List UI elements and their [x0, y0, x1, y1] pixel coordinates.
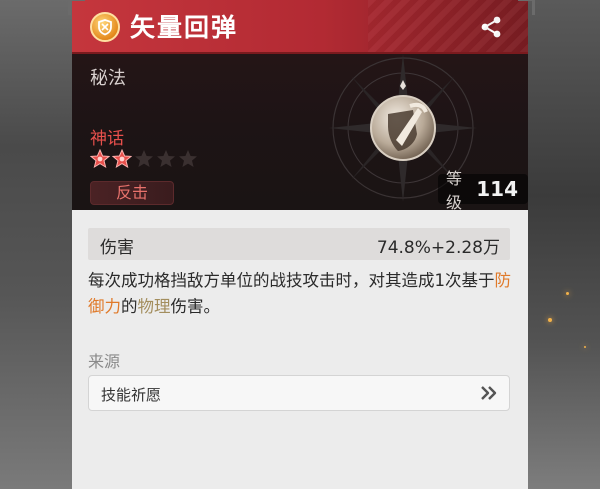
- skill-card: 矢量回弹 秘法 神话 反击 等级 114 伤害 74.8%+2.28万 每次成功…: [72, 0, 528, 489]
- skill-description: 每次成功格挡敌方单位的战技攻击时，对其造成1次基于防御力的物理伤害。: [88, 268, 516, 320]
- description-text: 每次成功格挡敌方单位的战技攻击时，对其造成1次基于: [88, 271, 495, 290]
- skill-header: 矢量回弹 秘法 神话 反击 等级 114: [72, 0, 528, 212]
- skill-tag: 反击: [90, 181, 174, 205]
- background-left: [0, 0, 72, 489]
- frame-corner: [518, 0, 535, 15]
- star-empty-icon: [135, 150, 153, 167]
- description-text: 的: [121, 297, 138, 316]
- star-empty-icon: [157, 150, 175, 167]
- level-indicator: 等级 114: [438, 169, 528, 212]
- double-chevron-right-icon: [481, 386, 497, 400]
- skill-category: 秘法: [90, 68, 126, 89]
- star-filled-icon: [112, 149, 132, 169]
- damage-value: 74.8%+2.28万: [376, 238, 500, 258]
- skill-rarity: 神话: [90, 129, 124, 149]
- title-bar: 矢量回弹: [72, 0, 528, 54]
- sword-shield-icon: [90, 12, 120, 42]
- spark-particle: [584, 346, 586, 348]
- source-label: 来源: [88, 352, 121, 371]
- spark-particle: [566, 292, 569, 295]
- source-button-label: 技能祈愿: [101, 386, 162, 404]
- source-button[interactable]: 技能祈愿: [88, 375, 510, 411]
- background-right: [528, 0, 600, 489]
- spark-particle: [548, 318, 552, 322]
- damage-label: 伤害: [100, 238, 134, 258]
- description-text: 伤害。: [170, 297, 221, 316]
- star-rating: [90, 149, 198, 169]
- frame-corner: [68, 0, 85, 15]
- damage-stat-row: 伤害 74.8%+2.28万: [88, 228, 510, 260]
- share-icon[interactable]: [478, 14, 504, 40]
- keyword-physical: 物理: [137, 297, 171, 316]
- level-label: 等级: [446, 169, 463, 212]
- star-filled-icon: [90, 149, 110, 169]
- level-value: 114: [476, 177, 518, 201]
- star-empty-icon: [179, 150, 197, 167]
- skill-title: 矢量回弹: [130, 13, 239, 42]
